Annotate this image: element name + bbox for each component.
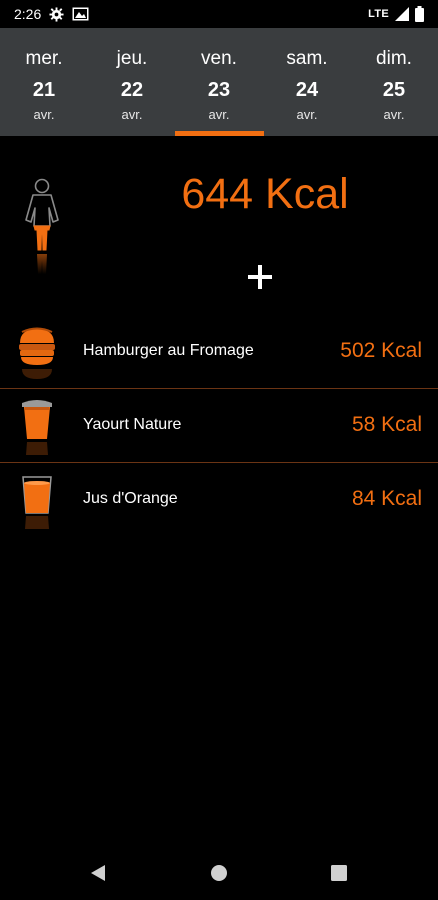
day-tab-0[interactable]: mer. 21 avr.	[0, 28, 88, 136]
status-time: 2:26	[14, 6, 42, 22]
settings-icon	[49, 6, 64, 22]
day-name: ven.	[201, 48, 237, 69]
food-name: Jus d'Orange	[83, 490, 178, 507]
day-number: 23	[207, 79, 231, 101]
food-name: Yaourt Nature	[83, 416, 182, 433]
day-tab-2[interactable]: ven. 23 avr.	[175, 28, 263, 136]
food-calories: 84 Kcal	[351, 487, 422, 510]
status-bar: 2:26 LTE	[0, 0, 438, 28]
woman-figure-icon	[25, 178, 59, 274]
total-calories: 644 Kcal	[181, 170, 349, 218]
burger-icon	[19, 327, 55, 379]
day-month: avr.	[383, 107, 405, 122]
day-name: jeu.	[116, 48, 148, 69]
food-item[interactable]: Yaourt Nature 58 Kcal	[0, 389, 438, 463]
recents-icon[interactable]	[331, 865, 347, 881]
signal-icon	[395, 7, 409, 21]
plus-icon[interactable]	[241, 258, 279, 296]
back-icon[interactable]	[89, 864, 107, 882]
day-selector: mer. 21 avr. jeu. 22 avr. ven. 23 avr. s…	[0, 28, 438, 136]
system-nav-bar	[0, 845, 438, 900]
yogurt-icon	[22, 400, 52, 455]
juice-glass-icon	[22, 476, 52, 529]
selected-day-indicator	[175, 131, 264, 136]
day-tab-3[interactable]: sam. 24 avr.	[263, 28, 351, 136]
day-tab-1[interactable]: jeu. 22 avr.	[88, 28, 176, 136]
day-month: avr.	[208, 107, 230, 122]
day-number: 24	[295, 79, 319, 101]
day-name: mer.	[25, 48, 63, 69]
day-name: dim.	[376, 48, 412, 69]
day-month: avr.	[33, 107, 55, 122]
day-name: sam.	[286, 48, 328, 69]
home-icon[interactable]	[210, 864, 228, 882]
day-month: avr.	[296, 107, 318, 122]
day-number: 22	[120, 79, 144, 101]
food-calories: 58 Kcal	[351, 413, 422, 436]
network-label: LTE	[368, 8, 389, 20]
food-item[interactable]: Hamburger au Fromage 502 Kcal	[0, 315, 438, 389]
day-tab-4[interactable]: dim. 25 avr.	[350, 28, 438, 136]
food-item[interactable]: Jus d'Orange 84 Kcal	[0, 463, 438, 537]
food-name: Hamburger au Fromage	[83, 342, 254, 359]
day-number: 25	[382, 79, 406, 101]
day-month: avr.	[121, 107, 143, 122]
food-calories: 502 Kcal	[340, 339, 422, 362]
day-number: 21	[32, 79, 56, 101]
battery-icon	[415, 6, 424, 22]
image-icon	[72, 7, 89, 21]
